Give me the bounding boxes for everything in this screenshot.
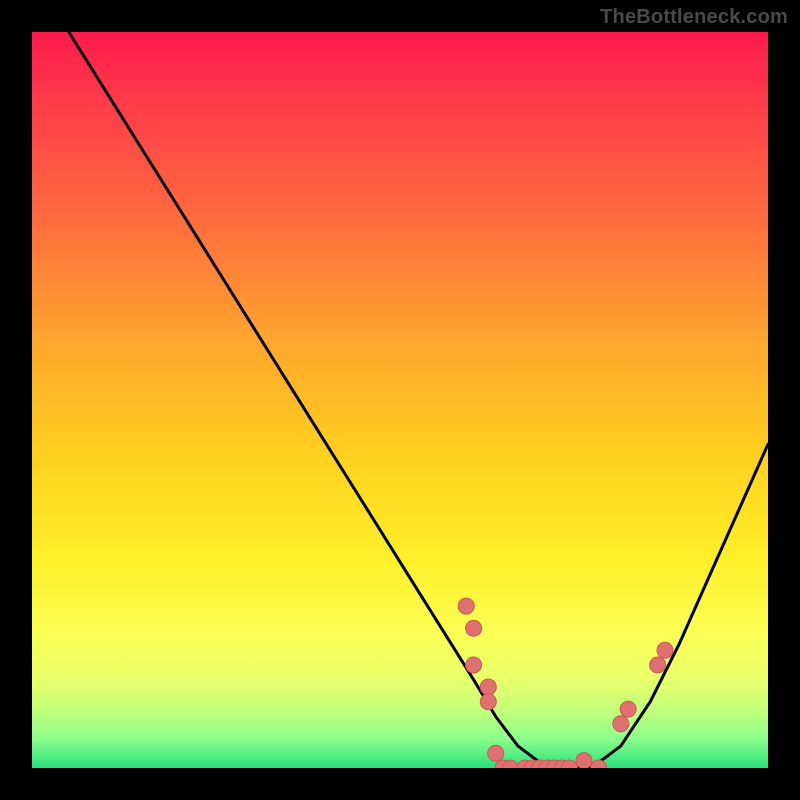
data-point [466,620,482,636]
data-point [620,701,636,717]
data-point [576,753,592,768]
chart-frame: TheBottleneck.com [0,0,800,800]
data-point [613,716,629,732]
data-point [466,657,482,673]
data-point [591,760,607,768]
data-point [480,679,496,695]
data-point [650,657,666,673]
data-point [480,694,496,710]
data-point [657,642,673,658]
data-point [458,598,474,614]
watermark-text: TheBottleneck.com [600,6,788,29]
bottleneck-chart [32,32,768,768]
data-point [488,745,504,761]
plot-area [32,32,768,768]
